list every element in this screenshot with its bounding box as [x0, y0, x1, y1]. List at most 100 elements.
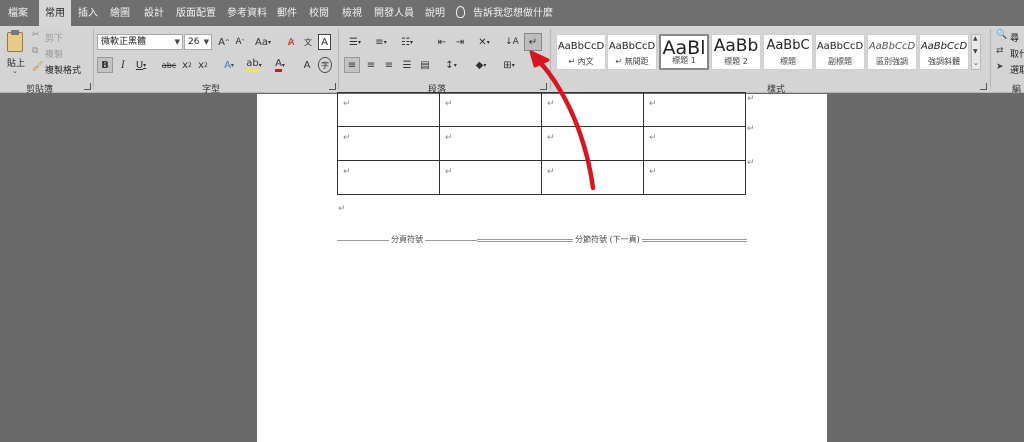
- table-cell[interactable]: ↵: [541, 126, 644, 161]
- multilevel-list-icon[interactable]: ☷ ▾: [396, 34, 418, 50]
- copy-button[interactable]: ⧉ 複製: [32, 46, 82, 60]
- change-case-icon[interactable]: Aa ▾: [252, 34, 274, 50]
- align-center-icon[interactable]: ≡: [363, 57, 379, 73]
- replace-button[interactable]: ⇄ 取代: [996, 46, 1024, 60]
- character-border-icon[interactable]: A: [318, 34, 331, 50]
- strikethrough-button[interactable]: abc: [161, 57, 177, 73]
- find-button[interactable]: 🔍 尋: [996, 30, 1024, 44]
- asian-layout-icon[interactable]: ✕ ▾: [474, 34, 494, 50]
- styles-gallery-scroll[interactable]: ▲ ▼ ⌄: [971, 34, 981, 70]
- table-cell[interactable]: ↵: [643, 92, 746, 127]
- style-heading-1[interactable]: AaBl 標題 1: [659, 34, 709, 70]
- gallery-more-icon: ⌄: [973, 59, 979, 67]
- style-subtle-emphasis[interactable]: AaBbCcD 區別強調: [867, 34, 917, 70]
- tab-mailings[interactable]: 郵件: [277, 0, 297, 26]
- lightbulb-icon: [456, 6, 465, 18]
- replace-label: 取代: [1010, 50, 1024, 60]
- table-cell[interactable]: ↵: [643, 160, 746, 195]
- format-painter-label: 複製格式: [45, 66, 82, 76]
- font-color-icon[interactable]: A ▾: [270, 57, 290, 73]
- document-table[interactable]: ↵ ↵ ↵ ↵ ↵ ↵ ↵ ↵ ↵ ↵ ↵ ↵: [337, 92, 746, 195]
- highlight-icon[interactable]: ab ▾: [244, 57, 264, 73]
- tab-draw[interactable]: 繪圖: [110, 0, 130, 26]
- table-cell[interactable]: ↵: [337, 92, 440, 127]
- paragraph-mark: ↵: [649, 99, 657, 109]
- style-subtitle[interactable]: AaBbCcD 副標題: [815, 34, 865, 70]
- style-name: 副標題: [828, 57, 852, 66]
- style-sample: AaBbCcD: [557, 41, 605, 52]
- justify-icon[interactable]: ☰: [399, 57, 415, 73]
- table-cell[interactable]: ↵: [541, 160, 644, 195]
- style-no-spacing[interactable]: AaBbCcD ↵ 無間距: [607, 34, 657, 70]
- phonetic-guide-icon[interactable]: 文: [301, 34, 315, 50]
- paragraph-launcher-icon[interactable]: [540, 83, 547, 90]
- tab-home[interactable]: 常用: [39, 0, 71, 27]
- align-left-icon[interactable]: ≡: [344, 57, 360, 73]
- enclose-characters-icon[interactable]: 字: [318, 57, 332, 73]
- font-launcher-icon[interactable]: [329, 83, 336, 90]
- character-shading-icon[interactable]: A: [300, 57, 314, 73]
- bullets-icon[interactable]: ☰ ▾: [344, 34, 366, 50]
- tab-developer[interactable]: 開發人員: [374, 0, 414, 26]
- shading-bucket-icon[interactable]: ◆ ▾: [470, 57, 492, 73]
- italic-button[interactable]: I: [116, 57, 130, 73]
- table-cell[interactable]: ↵: [439, 92, 542, 127]
- table-cell[interactable]: ↵: [337, 160, 440, 195]
- font-name-value: 微軟正黑體: [101, 37, 147, 47]
- table-cell[interactable]: ↵: [439, 126, 542, 161]
- distributed-icon[interactable]: ▤: [417, 57, 433, 73]
- page-break-label: 分頁符號: [389, 234, 425, 245]
- underline-button[interactable]: U ▾: [133, 57, 149, 73]
- shrink-font-icon[interactable]: A ˅: [233, 34, 247, 50]
- table-cell[interactable]: ↵: [439, 160, 542, 195]
- table-cell[interactable]: ↵: [541, 92, 644, 127]
- clear-formatting-icon[interactable]: A̷: [284, 34, 298, 50]
- tab-review[interactable]: 校閱: [309, 0, 329, 26]
- tell-me-text: 告訴我您想做什麼: [473, 8, 553, 19]
- format-painter-button[interactable]: 🖌 複製格式: [32, 62, 92, 76]
- numbering-icon[interactable]: ≡ ▾: [370, 34, 392, 50]
- style-heading-2[interactable]: AaBb 標題 2: [711, 34, 761, 70]
- tab-view[interactable]: 檢視: [342, 0, 362, 26]
- tab-file[interactable]: 檔案: [8, 0, 28, 26]
- select-button[interactable]: ➤ 選取: [996, 62, 1024, 76]
- grow-font-icon[interactable]: A ^: [217, 34, 231, 50]
- paragraph-mark: ↵: [649, 167, 657, 177]
- page-break-mark: 分頁符號: [337, 234, 477, 246]
- tab-design[interactable]: 設計: [144, 0, 164, 26]
- tab-references[interactable]: 參考資料: [227, 0, 267, 26]
- line-spacing-icon[interactable]: ↕ ▾: [440, 57, 462, 73]
- borders-icon[interactable]: ⊞ ▾: [498, 57, 520, 73]
- subscript-button[interactable]: x2: [180, 57, 194, 73]
- document-page[interactable]: ↵ ↵ ↵ ↵ ↵ ↵ ↵ ↵ ↵ ↵ ↵ ↵ ↵ ↵ ↵ ↵ 分頁符號 分節符…: [257, 92, 827, 442]
- style-emphasis[interactable]: AaBbCcD 強調斜體: [919, 34, 969, 70]
- increase-indent-icon[interactable]: ⇥: [452, 34, 468, 50]
- sort-icon[interactable]: ↓A: [504, 34, 520, 50]
- paragraph-mark: ↵: [445, 167, 453, 177]
- tab-insert[interactable]: 插入: [78, 0, 98, 26]
- font-size-combo[interactable]: 26 ▼: [184, 34, 212, 50]
- table-cell[interactable]: ↵: [337, 126, 440, 161]
- paste-button[interactable]: 貼上 ⌄: [4, 30, 26, 75]
- table-cell[interactable]: ↵: [643, 126, 746, 161]
- paragraph-mark: ↵: [343, 167, 351, 177]
- show-hide-marks-icon[interactable]: ↵: [524, 33, 542, 51]
- clipboard-group-label: 剪貼簿: [26, 85, 54, 95]
- tab-layout[interactable]: 版面配置: [176, 0, 216, 26]
- bold-button[interactable]: B: [97, 57, 113, 73]
- style-name: 強調斜體: [928, 57, 960, 66]
- styles-launcher-icon[interactable]: [980, 83, 987, 90]
- align-right-icon[interactable]: ≡: [381, 57, 397, 73]
- tell-me-box[interactable]: 告訴我您想做什麼: [456, 0, 553, 26]
- superscript-button[interactable]: x2: [196, 57, 210, 73]
- decrease-indent-icon[interactable]: ⇤: [434, 34, 450, 50]
- paste-dropdown-icon: ⌄: [12, 67, 18, 75]
- cut-label: 剪下: [45, 34, 64, 44]
- text-effects-icon[interactable]: A ▾: [219, 57, 239, 73]
- cut-button[interactable]: ✂ 剪下: [32, 30, 82, 44]
- tab-help[interactable]: 說明: [425, 0, 445, 26]
- style-normal[interactable]: AaBbCcD ↵ 內文: [556, 34, 606, 70]
- style-title[interactable]: AaBbC 標題: [763, 34, 813, 70]
- font-name-combo[interactable]: 微軟正黑體 ▼: [97, 34, 183, 50]
- clipboard-launcher-icon[interactable]: [84, 83, 91, 90]
